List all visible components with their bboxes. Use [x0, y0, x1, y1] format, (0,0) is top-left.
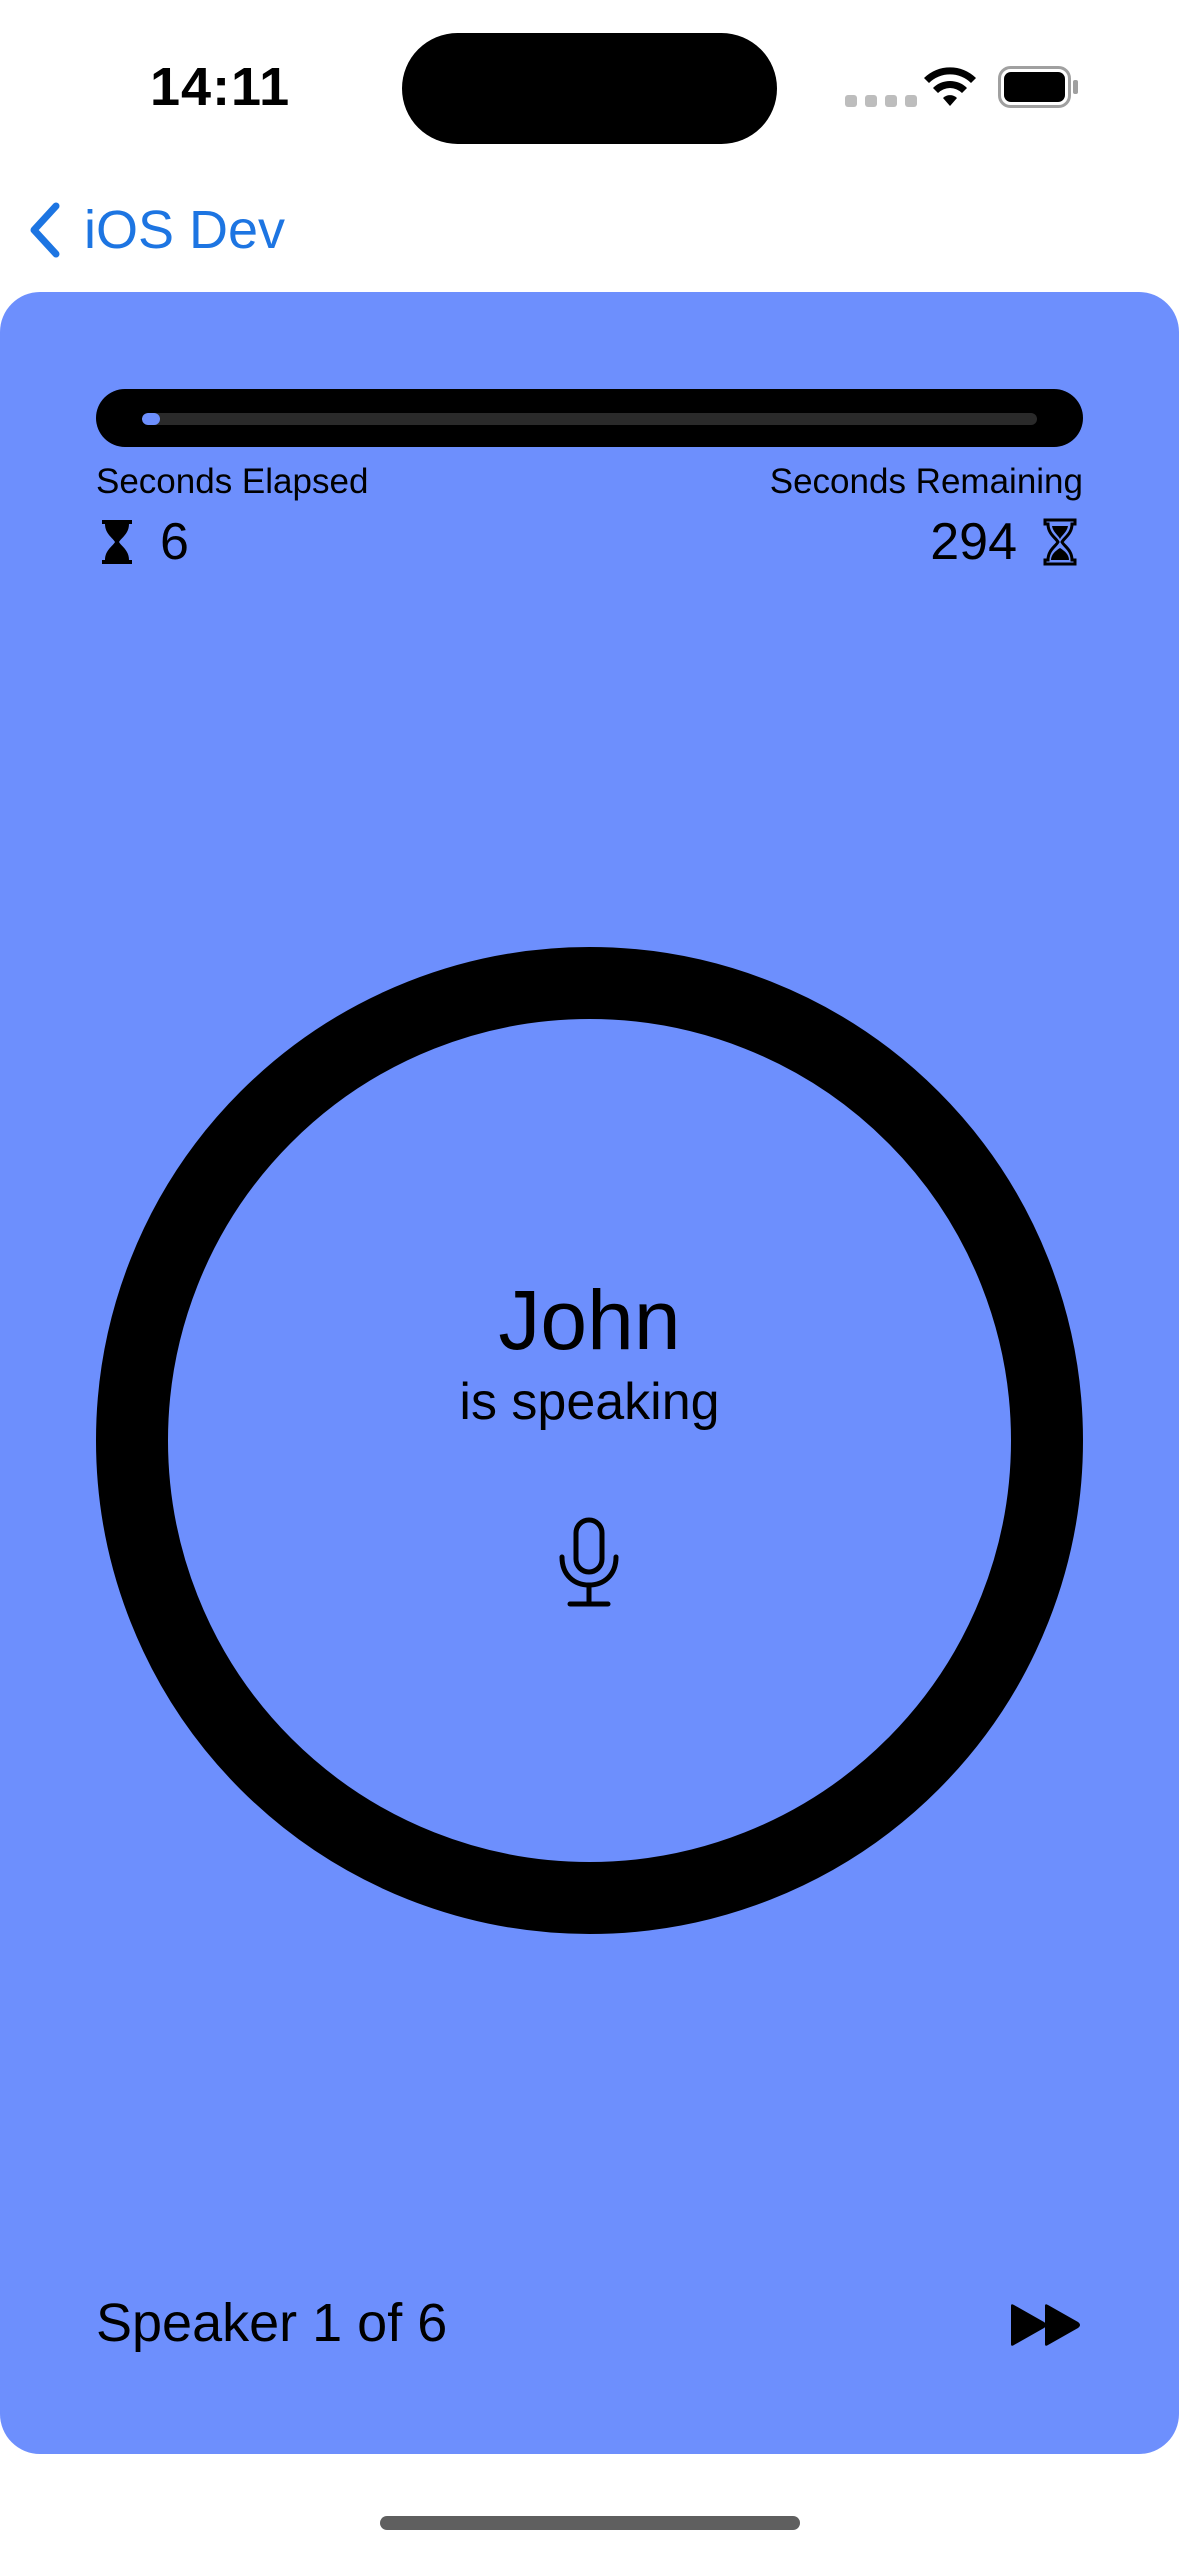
meeting-progress-bar — [96, 389, 1083, 447]
seconds-remaining-label: Seconds Remaining — [769, 462, 1083, 501]
status-time: 14:11 — [150, 57, 291, 117]
back-button-label: iOS Dev — [84, 200, 286, 260]
hourglass-bottom-icon — [1043, 518, 1077, 566]
back-button[interactable]: iOS Dev — [24, 195, 285, 265]
battery-full-icon — [998, 66, 1078, 108]
dynamic-island — [402, 33, 777, 144]
speaker-count: Speaker 1 of 6 — [96, 2293, 448, 2353]
cellular-signal-icon — [845, 95, 917, 107]
speaker-name: John — [498, 1273, 681, 1367]
hourglass-top-icon — [102, 520, 132, 564]
chevron-left-icon — [30, 202, 60, 258]
seconds-remaining-value: 294 — [930, 513, 1017, 571]
speaker-status: is speaking — [459, 1373, 720, 1431]
progress-track — [142, 413, 1037, 425]
meeting-card: Seconds Elapsed Seconds Remaining 6 294 … — [0, 292, 1179, 2454]
seconds-elapsed-label: Seconds Elapsed — [96, 462, 369, 501]
forward-icon[interactable] — [1008, 2302, 1084, 2348]
meeting-screen: 14:11 iOS Dev Seconds Elapsed Seconds Re… — [0, 0, 1179, 2556]
speaker-timer-ring — [96, 947, 1083, 1934]
mic-icon — [559, 1517, 619, 1607]
wifi-icon — [924, 67, 976, 106]
progress-fill — [142, 413, 160, 425]
seconds-elapsed-value: 6 — [160, 513, 189, 571]
home-indicator — [380, 2516, 800, 2530]
